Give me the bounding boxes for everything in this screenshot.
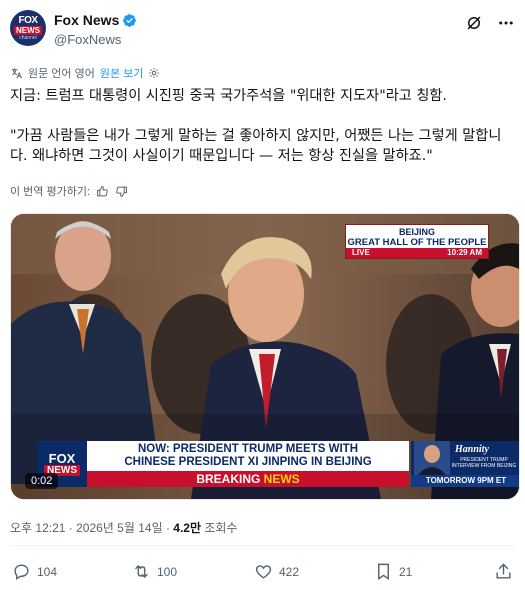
post: FOX NEWS channel Fox News @FoxNews 원문 언어… bbox=[0, 0, 525, 590]
breaking-label: BREAKING bbox=[196, 472, 261, 486]
rate-translation: 이 번역 평가하기: bbox=[10, 183, 128, 199]
post-timestamp[interactable]: 오후 12:21 · 2026년 5월 14일 · bbox=[10, 521, 173, 535]
video-player[interactable]: BEIJING GREAT HALL OF THE PEOPLE LIVE 10… bbox=[10, 213, 520, 500]
news-lower-third: FOX NEWS NOW: PRESIDENT TRUMP MEETS WITH… bbox=[37, 441, 519, 487]
divider bbox=[10, 545, 515, 546]
breaking-news-bar: BREAKING NEWS bbox=[87, 471, 409, 487]
thumbs-down-icon[interactable] bbox=[115, 185, 128, 198]
location-graphic: BEIJING GREAT HALL OF THE PEOPLE LIVE 10… bbox=[345, 224, 489, 259]
translate-icon bbox=[10, 67, 23, 80]
translation-notice: 원문 언어 영어 원본 보기 bbox=[10, 65, 160, 81]
post-header: FOX NEWS channel Fox News @FoxNews bbox=[10, 10, 515, 50]
display-name[interactable]: Fox News bbox=[54, 12, 119, 28]
avatar[interactable]: FOX NEWS channel bbox=[10, 10, 46, 46]
share-icon bbox=[494, 562, 513, 581]
reply-count: 104 bbox=[37, 564, 58, 579]
location-line2: GREAT HALL OF THE PEOPLE bbox=[347, 237, 487, 248]
handle[interactable]: @FoxNews bbox=[54, 32, 121, 47]
video-timestamp: 0:02 bbox=[25, 473, 59, 489]
view-count-label: 조회수 bbox=[201, 521, 238, 535]
promo-schedule: TOMORROW 9PM ET bbox=[411, 475, 519, 487]
avatar-text-news: NEWS bbox=[14, 25, 42, 35]
live-label: LIVE bbox=[352, 248, 370, 257]
post-meta: 오후 12:21 · 2026년 5월 14일 · 4.2만 조회수 bbox=[10, 519, 237, 536]
headline: NOW: PRESIDENT TRUMP MEETS WITH CHINESE … bbox=[87, 441, 409, 471]
action-bar: 104 100 422 21 bbox=[12, 562, 513, 582]
hannity-promo: Hannity PRESIDENT TRUMP INTERVIEW FROM B… bbox=[411, 441, 519, 487]
translation-source-label: 원문 언어 영어 bbox=[28, 68, 95, 80]
header-actions bbox=[465, 14, 515, 32]
post-text: 지금: 트럼프 대통령이 시진핑 중국 국가주석을 "위대한 지도자"라고 칭함… bbox=[10, 88, 502, 164]
promo-subtitle: PRESIDENT TRUMP INTERVIEW FROM BEIJING bbox=[451, 457, 517, 469]
more-icon[interactable] bbox=[497, 14, 515, 32]
heart-icon bbox=[254, 562, 273, 581]
avatar-text-fox: FOX bbox=[18, 14, 38, 26]
settings-icon[interactable] bbox=[148, 67, 160, 79]
rate-translation-label: 이 번역 평가하기: bbox=[10, 186, 91, 198]
grok-icon[interactable] bbox=[465, 14, 483, 32]
show-original-link[interactable]: 원본 보기 bbox=[100, 65, 144, 81]
repost-button[interactable]: 100 bbox=[132, 562, 177, 581]
bookmark-icon bbox=[374, 562, 393, 581]
host-portrait-icon bbox=[414, 441, 450, 475]
like-button[interactable]: 422 bbox=[254, 562, 299, 581]
name-row: Fox News bbox=[54, 12, 137, 28]
location-line1: BEIJING bbox=[398, 227, 435, 237]
reply-button[interactable]: 104 bbox=[12, 562, 57, 581]
bookmark-count: 21 bbox=[399, 564, 413, 579]
verified-badge-icon bbox=[122, 13, 137, 28]
live-time: 10:29 AM bbox=[447, 248, 482, 257]
like-count: 422 bbox=[279, 564, 300, 579]
bookmark-button[interactable]: 21 bbox=[374, 562, 412, 581]
breaking-news-label: NEWS bbox=[263, 472, 300, 486]
logo-fox: FOX bbox=[48, 451, 76, 466]
share-button[interactable] bbox=[494, 562, 513, 581]
avatar-text-channel: channel bbox=[19, 34, 37, 41]
promo-show-name: Hannity bbox=[455, 444, 489, 455]
repost-count: 100 bbox=[157, 564, 178, 579]
reply-icon bbox=[12, 562, 31, 581]
live-bar: LIVE 10:29 AM bbox=[346, 248, 488, 258]
thumbs-up-icon[interactable] bbox=[96, 185, 109, 198]
repost-icon bbox=[132, 562, 151, 581]
view-count: 4.2만 bbox=[173, 521, 202, 535]
